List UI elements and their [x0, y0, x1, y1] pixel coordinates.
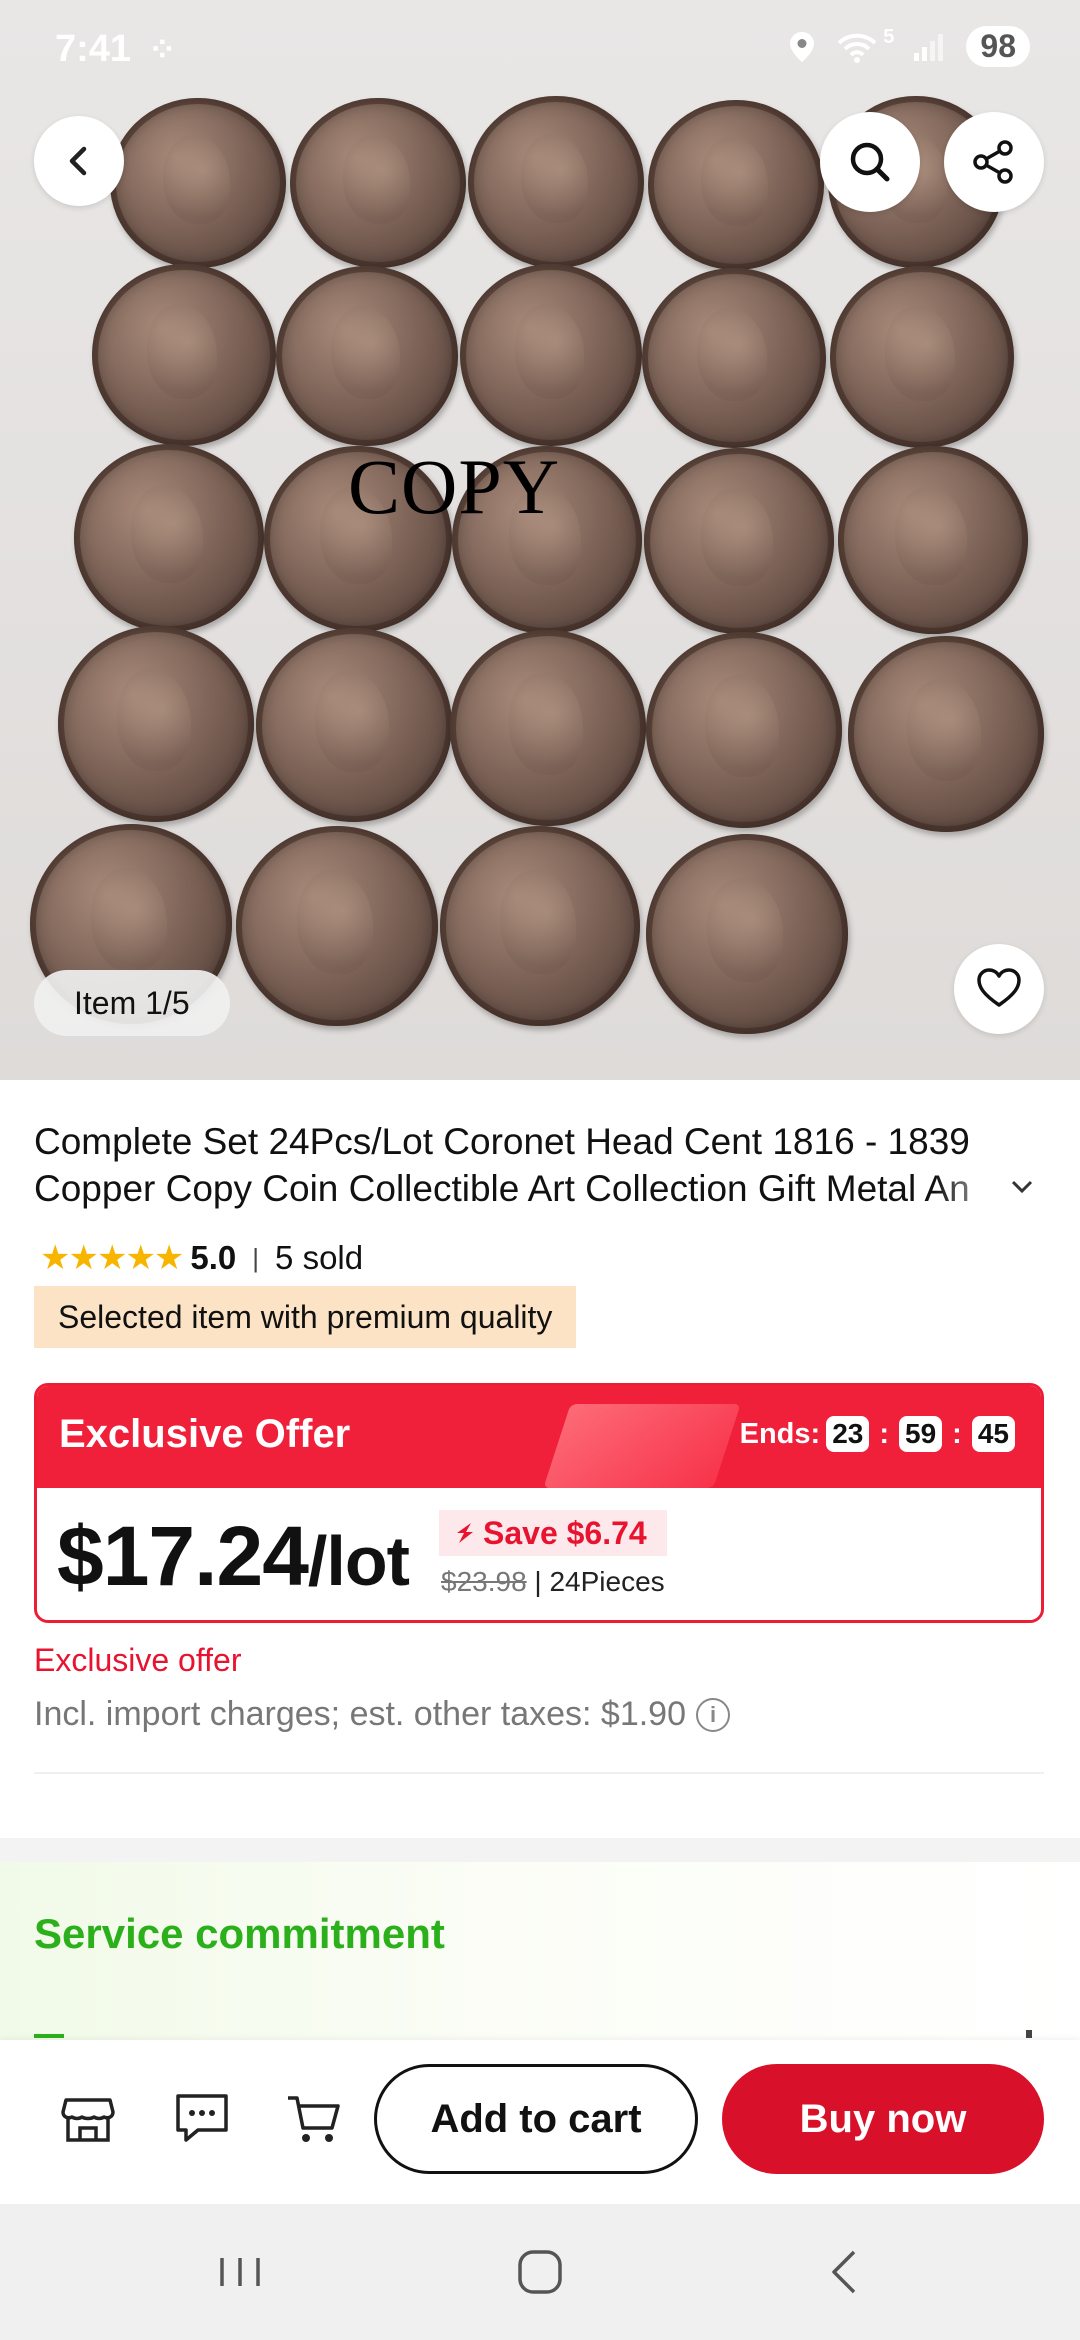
timer-minutes: 59 [899, 1416, 943, 1452]
exclusive-offer-note: Exclusive offer [34, 1642, 242, 1678]
location-icon [790, 31, 815, 62]
price-value: $17.24 [57, 1509, 309, 1603]
star-rating-icon: ★★★★★ [40, 1239, 184, 1277]
gift-box-icon [543, 1404, 741, 1488]
separator: | [534, 1566, 550, 1597]
system-back-button[interactable] [816, 2242, 876, 2302]
back-arrow-icon [69, 146, 87, 176]
service-title: Service commitment [34, 1910, 445, 1957]
cart-icon [288, 2096, 340, 2142]
watermark-text: COPY [348, 443, 561, 530]
ends-label: Ends: [739, 1417, 821, 1450]
product-title-line1: Complete Set 24Pcs/Lot Coronet Head Cent… [34, 1121, 970, 1162]
coin-image [440, 826, 640, 1026]
original-price-row: $23.98 | 24Pieces [441, 1566, 665, 1598]
coin-image [848, 636, 1044, 832]
exclusive-offer-card: Exclusive Offer Ends: 23 : 59 : 45 $17.2… [34, 1383, 1044, 1623]
coin-image [450, 630, 646, 826]
price-unit: /lot [307, 1522, 410, 1600]
back-button[interactable] [34, 116, 124, 206]
rating-value: 5.0 [190, 1239, 237, 1276]
save-amount: Save $6.74 [483, 1514, 647, 1551]
home-icon [518, 2250, 562, 2294]
network-type-label: 5 [883, 26, 895, 48]
store-icon [61, 2098, 115, 2142]
coin-image [58, 626, 254, 822]
coin-image [644, 448, 834, 634]
share-button[interactable] [944, 112, 1044, 212]
divider: | [252, 1242, 260, 1273]
heart-icon [977, 968, 1021, 1007]
coin-image [646, 632, 842, 828]
wifi-icon [837, 33, 877, 63]
coin-image [236, 826, 438, 1026]
share-icon [973, 140, 1013, 184]
coin-image [92, 264, 276, 446]
system-nav-bar [0, 2204, 1080, 2340]
buy-now-button[interactable]: Buy now [722, 2064, 1044, 2174]
store-button[interactable] [58, 2088, 118, 2148]
recent-apps-button[interactable] [210, 2242, 270, 2302]
coin-image [290, 98, 466, 268]
coin-image [256, 628, 452, 822]
chevron-down-icon[interactable] [1010, 1170, 1034, 1202]
coin-image [830, 266, 1014, 448]
product-title[interactable]: Complete Set 24Pcs/Lot Coronet Head Cent… [34, 1118, 1034, 1212]
home-button[interactable] [510, 2242, 570, 2302]
section-gap [0, 1838, 1080, 1862]
timer-seconds: 45 [971, 1416, 1015, 1452]
coin-image [110, 98, 286, 268]
status-icons: 5 98 [787, 26, 1030, 67]
down-arrow-icon [457, 1523, 473, 1543]
wishlist-button[interactable] [954, 944, 1044, 1034]
recent-apps-icon [220, 2258, 260, 2286]
search-icon [850, 142, 890, 182]
status-bar: 7:41 ⁘ 5 98 [0, 0, 1080, 100]
cart-button[interactable] [284, 2088, 344, 2148]
status-time: 7:41 [55, 28, 132, 70]
original-price: $23.98 [441, 1566, 527, 1597]
product-image[interactable]: COPY 7:41 ⁘ 5 98 Item 1/5 [0, 0, 1080, 1080]
offer-header: Exclusive Offer Ends: 23 : 59 : 45 [37, 1386, 1041, 1488]
timer-hours: 23 [826, 1416, 870, 1452]
image-counter: Item 1/5 [34, 970, 230, 1036]
tax-note: Incl. import charges; est. other taxes: … [34, 1695, 686, 1733]
chat-icon [176, 2094, 228, 2142]
chevron-right-icon [1026, 2030, 1032, 2038]
service-commitment-section[interactable]: Service commitment [0, 1862, 1080, 2062]
offer-title: Exclusive Offer [59, 1412, 351, 1456]
signal-icon [914, 33, 944, 61]
coin-image [276, 266, 458, 446]
offer-body: $17.24/lot Save $6.74 $23.98 | 24Pieces [37, 1488, 1041, 1620]
pieces-count: 24Pieces [549, 1566, 665, 1597]
coin-image [74, 444, 264, 632]
bottom-action-bar: Add to cart Buy now [0, 2040, 1080, 2204]
service-item-icon [34, 2034, 64, 2038]
coin-image [838, 446, 1028, 634]
save-badge: Save $6.74 [439, 1510, 667, 1556]
info-icon[interactable]: i [696, 1697, 730, 1732]
coin-image [642, 268, 826, 448]
tax-info[interactable]: Incl. import charges; est. other taxes: … [34, 1695, 730, 1734]
chat-button[interactable] [172, 2088, 232, 2148]
countdown-timer: Ends: 23 : 59 : 45 [740, 1416, 1015, 1452]
premium-badge: Selected item with premium quality [34, 1286, 577, 1348]
price: $17.24/lot [57, 1508, 410, 1605]
section-divider [34, 1772, 1044, 1774]
coin-image [468, 96, 644, 268]
coin-image [646, 834, 848, 1034]
coin-image [648, 100, 824, 270]
rating-row[interactable]: ★★★★★ 5.0 | 5 sold [40, 1233, 363, 1283]
product-title-line2: Copper Copy Coin Collectible Art Collect… [34, 1168, 970, 1209]
coin-image [460, 264, 642, 446]
search-button[interactable] [820, 112, 920, 212]
notification-dots-icon: ⁘ [148, 31, 177, 69]
battery-indicator: 98 [966, 26, 1030, 67]
add-to-cart-button[interactable]: Add to cart [374, 2064, 698, 2174]
sold-count: 5 sold [275, 1239, 364, 1276]
system-back-icon [832, 2250, 856, 2294]
